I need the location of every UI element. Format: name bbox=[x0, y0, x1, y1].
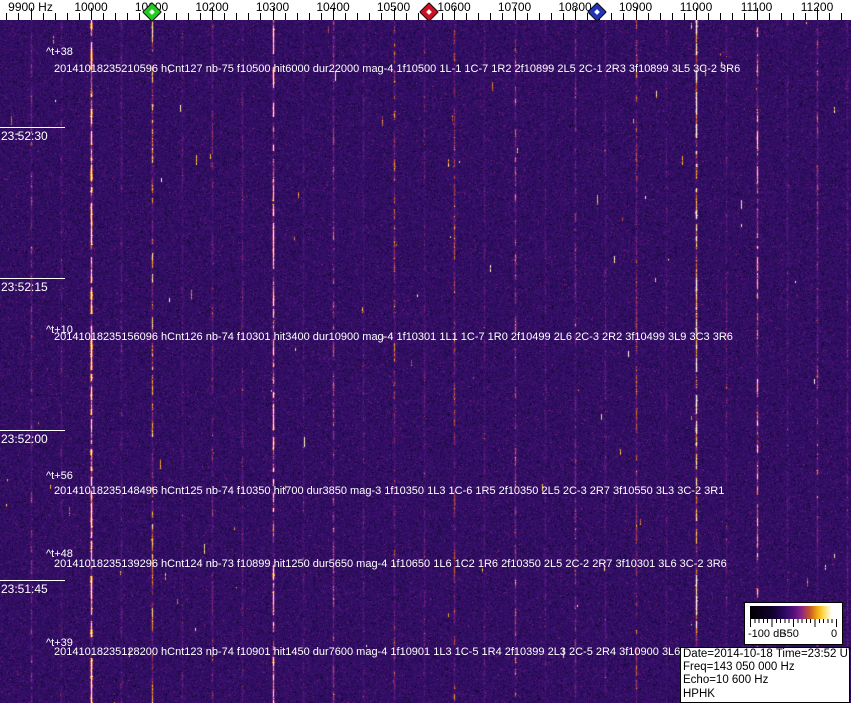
scale-db-label: -50 bbox=[783, 628, 799, 640]
axis-label: 11200 bbox=[800, 0, 834, 14]
axis-tick bbox=[297, 13, 298, 20]
detection-data-line: 20141018235128200 hCnt123 nb-74 f10901 h… bbox=[54, 646, 690, 658]
axis-tick bbox=[369, 13, 370, 20]
axis-tick bbox=[79, 13, 80, 20]
time-tick-line bbox=[0, 580, 65, 581]
axis-label: 10600 bbox=[437, 0, 471, 14]
axis-tick bbox=[623, 13, 624, 20]
axis-label: 10300 bbox=[255, 0, 290, 14]
axis-tick bbox=[406, 13, 407, 20]
axis-tick bbox=[18, 13, 19, 20]
detection-data-line: 20141018235156096 hCnt126 nb-74 f10301 h… bbox=[54, 331, 733, 343]
spectrogram-window: 9900 Hz100001010010200103001040010500106… bbox=[0, 0, 851, 703]
axis-tick bbox=[466, 13, 467, 20]
marker-highlight-dot bbox=[594, 9, 600, 15]
axis-label: 10700 bbox=[497, 0, 532, 14]
axis-tick bbox=[660, 13, 661, 20]
axis-tick bbox=[188, 13, 189, 20]
axis-tick bbox=[829, 13, 830, 20]
axis-tick bbox=[539, 13, 540, 20]
detection-data-line: 20141018235148496 hCnt125 nb-74 f10350 h… bbox=[54, 485, 725, 497]
axis-tick bbox=[805, 13, 806, 20]
axis-tick bbox=[164, 13, 165, 20]
color-scale-gradient bbox=[750, 606, 836, 619]
axis-tick bbox=[769, 13, 770, 20]
axis-tick bbox=[684, 13, 685, 20]
axis-tick bbox=[103, 13, 104, 20]
spectrogram-waterfall[interactable] bbox=[0, 20, 851, 703]
frequency-axis: 9900 Hz100001010010200103001040010500106… bbox=[0, 0, 851, 22]
marker-highlight-dot bbox=[149, 9, 155, 15]
axis-tick bbox=[551, 13, 552, 20]
detection-tag: ^t+56 bbox=[46, 470, 73, 482]
axis-tick bbox=[672, 13, 673, 20]
scale-db-label: -100 dB bbox=[748, 628, 787, 640]
axis-tick bbox=[200, 13, 201, 20]
detection-tag: ^t+38 bbox=[46, 46, 73, 58]
axis-tick bbox=[442, 13, 443, 20]
axis-label: 11000 bbox=[679, 0, 713, 14]
time-tick-line bbox=[0, 127, 65, 128]
axis-tick bbox=[285, 13, 286, 20]
red-diamond-marker[interactable] bbox=[419, 2, 439, 22]
time-tick-line bbox=[0, 430, 65, 431]
info-frequency: Freq=143 050 000 Hz bbox=[683, 661, 795, 674]
axis-label: 10200 bbox=[195, 0, 229, 14]
axis-tick bbox=[260, 13, 261, 20]
time-label: 23:52:15 bbox=[1, 280, 48, 294]
axis-label: 9900 Hz bbox=[8, 0, 53, 14]
time-label: 23:51:45 bbox=[1, 582, 48, 596]
axis-tick bbox=[527, 13, 528, 20]
info-date-time: Date=2014-10-18 Time=23:52 UTC bbox=[683, 648, 851, 660]
axis-tick bbox=[6, 13, 7, 20]
axis-tick bbox=[418, 13, 419, 20]
axis-tick bbox=[357, 13, 358, 20]
axis-tick bbox=[720, 13, 721, 20]
axis-tick bbox=[176, 13, 177, 20]
status-info-box: Date=2014-10-18 Time=23:52 UTC Freq=143 … bbox=[680, 647, 851, 703]
color-scale-legend: -100 dB -50 0 bbox=[744, 602, 843, 645]
axis-tick bbox=[611, 13, 612, 20]
axis-tick bbox=[224, 13, 225, 20]
axis-tick bbox=[587, 13, 588, 20]
scale-db-label: 0 bbox=[831, 628, 838, 640]
axis-tick bbox=[115, 13, 116, 20]
detection-data-line: 20141018235210596 hCnt127 nb-75 f10500 h… bbox=[54, 63, 741, 75]
axis-tick bbox=[490, 13, 491, 20]
detection-data-line: 20141018235139296 hCnt124 nb-73 f10899 h… bbox=[54, 558, 727, 570]
axis-tick bbox=[345, 13, 346, 20]
axis-tick bbox=[793, 13, 794, 20]
axis-tick bbox=[478, 13, 479, 20]
axis-tick bbox=[648, 13, 649, 20]
axis-tick bbox=[841, 13, 842, 20]
axis-label: 11100 bbox=[740, 0, 773, 14]
color-scale-ruler bbox=[750, 619, 837, 627]
axis-tick bbox=[55, 13, 56, 20]
axis-tick bbox=[248, 13, 249, 20]
axis-tick bbox=[381, 13, 382, 20]
time-label: 23:52:30 bbox=[1, 129, 48, 143]
axis-tick bbox=[781, 13, 782, 20]
info-station-code: HPHK bbox=[683, 687, 715, 700]
axis-tick bbox=[43, 13, 44, 20]
axis-label: 10000 bbox=[74, 0, 108, 14]
axis-tick bbox=[502, 13, 503, 20]
axis-tick bbox=[744, 13, 745, 20]
time-label: 23:52:00 bbox=[1, 432, 48, 446]
time-tick-line bbox=[0, 278, 65, 279]
axis-label: 10500 bbox=[376, 0, 411, 14]
axis-tick bbox=[127, 13, 128, 20]
axis-tick bbox=[139, 13, 140, 20]
axis-tick bbox=[708, 13, 709, 20]
axis-tick bbox=[67, 13, 68, 20]
axis-tick bbox=[309, 13, 310, 20]
axis-tick bbox=[732, 13, 733, 20]
axis-tick bbox=[321, 13, 322, 20]
marker-highlight-dot bbox=[426, 9, 432, 15]
axis-label: 10900 bbox=[618, 0, 653, 14]
axis-tick bbox=[563, 13, 564, 20]
axis-tick bbox=[236, 13, 237, 20]
info-echo: Echo=10 600 Hz bbox=[683, 674, 769, 687]
axis-label: 10400 bbox=[316, 0, 350, 14]
